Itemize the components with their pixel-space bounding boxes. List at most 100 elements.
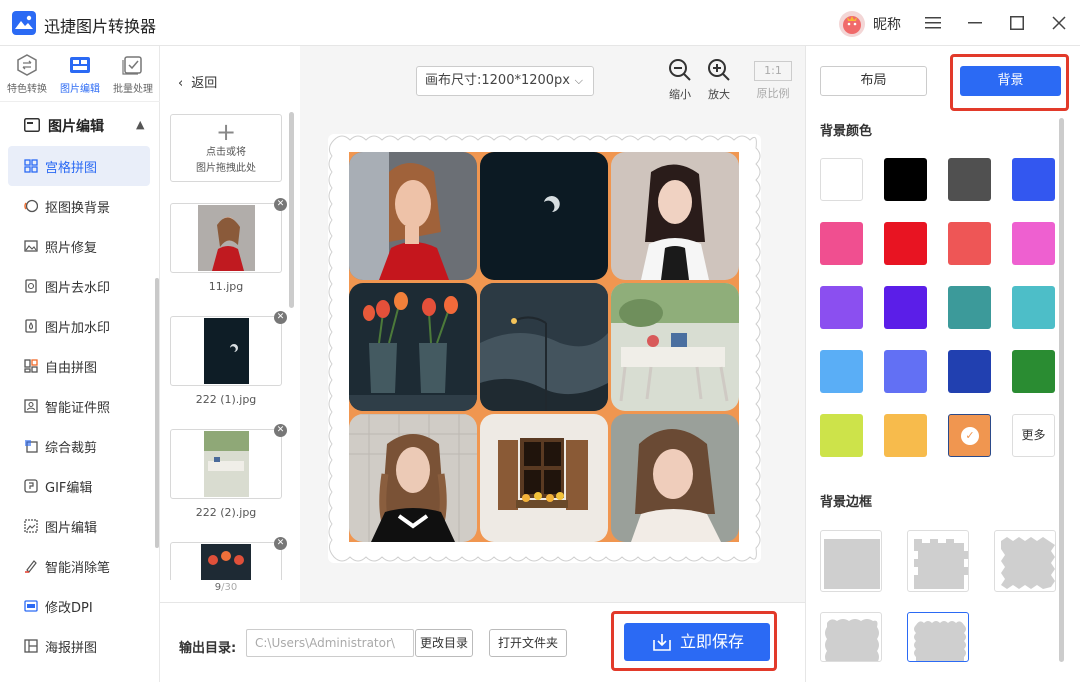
app-logo-icon	[12, 11, 36, 35]
chevron-up-icon[interactable]: ▲	[136, 118, 144, 131]
sidebar-scrollbar[interactable]	[155, 278, 159, 548]
color-swatch[interactable]	[1012, 286, 1055, 329]
color-swatch[interactable]	[948, 158, 991, 201]
sidebar-item-id-photo[interactable]: 智能证件照	[8, 386, 150, 426]
minimize-icon[interactable]	[962, 10, 988, 36]
sidebar-item-modify-dpi[interactable]: 修改DPI	[8, 586, 150, 626]
color-swatch[interactable]	[820, 222, 863, 265]
color-swatch[interactable]	[884, 158, 927, 201]
color-swatch[interactable]	[1012, 222, 1055, 265]
more-colors-button[interactable]: 更多	[1012, 414, 1055, 457]
remove-thumbnail-icon[interactable]: ✕	[274, 424, 287, 437]
color-swatch[interactable]	[884, 350, 927, 393]
color-swatch[interactable]	[948, 222, 991, 265]
sidebar-item-cutout-bg[interactable]: 抠图换背景	[8, 186, 150, 226]
color-swatch[interactable]	[1012, 350, 1055, 393]
remove-watermark-icon	[25, 279, 37, 293]
sidebar-item-crop[interactable]: 综合裁剪	[8, 426, 150, 466]
remove-thumbnail-icon[interactable]: ✕	[274, 311, 287, 324]
sidebar-item-remove-watermark[interactable]: 图片去水印	[8, 266, 150, 306]
open-folder-button[interactable]: 打开文件夹	[489, 629, 567, 657]
dpi-icon	[24, 600, 38, 612]
maximize-icon[interactable]	[1004, 10, 1030, 36]
back-button[interactable]: ‹ 返回	[178, 72, 217, 91]
color-swatch[interactable]	[948, 286, 991, 329]
grid-cell-photo[interactable]	[480, 152, 608, 280]
thumbnail-filename: 222 (1).jpg	[195, 393, 257, 406]
color-swatch[interactable]	[820, 414, 863, 457]
color-swatch[interactable]	[884, 286, 927, 329]
thumbnail-item[interactable]: ✕	[170, 198, 287, 273]
zoom-in-button[interactable]: 放大	[701, 58, 737, 102]
color-swatch[interactable]	[820, 158, 863, 201]
color-swatch-selected[interactable]: ✓	[948, 414, 991, 457]
add-image-dropzone[interactable]: + 点击或将 图片拖拽此处	[170, 114, 282, 182]
id-photo-icon	[24, 399, 38, 413]
border-style-option[interactable]	[994, 530, 1056, 592]
check-icon: ✓	[961, 427, 979, 445]
avatar[interactable]	[839, 11, 865, 37]
sidebar-item-smart-eraser[interactable]: 智能消除笔	[8, 546, 150, 586]
grid-cell-photo[interactable]	[349, 152, 477, 280]
grid-cell-photo[interactable]	[611, 283, 739, 411]
border-style-option-selected[interactable]	[907, 612, 969, 662]
zoom-out-button[interactable]: 缩小	[662, 58, 698, 102]
scallop-border-icon	[914, 621, 966, 661]
color-swatch[interactable]	[820, 350, 863, 393]
thumbnail-filename: 11.jpg	[208, 280, 244, 293]
sidebar-item-add-watermark[interactable]: 图片加水印	[8, 306, 150, 346]
sidebar-item-gif-edit[interactable]: GIF编辑	[8, 466, 150, 506]
remove-thumbnail-icon[interactable]: ✕	[274, 537, 287, 550]
category-title: 图片编辑	[48, 119, 104, 135]
mode-batch[interactable]: 批量处理	[107, 54, 159, 95]
save-now-button[interactable]: 立即保存	[624, 623, 770, 661]
ratio-badge: 1:1	[754, 61, 792, 81]
thumbnail-image	[201, 544, 251, 580]
border-style-option[interactable]	[907, 530, 969, 592]
left-nav: 特色转换 图片编辑 批量处理 图片编辑 ▲ 宫格拼图 抠图换背景 照片修复 图片…	[0, 46, 160, 682]
output-path-field[interactable]: C:\Users\Administrator\	[246, 629, 414, 657]
download-icon	[653, 634, 671, 651]
grid-cell-photo[interactable]	[349, 414, 477, 542]
grid-cell-photo[interactable]	[611, 152, 739, 280]
thumbnail-item[interactable]: ✕	[170, 424, 287, 499]
notched-border-icon	[914, 539, 968, 589]
sidebar-item-grid-collage[interactable]: 宫格拼图	[8, 146, 150, 186]
sidebar-item-photo-repair[interactable]: 照片修复	[8, 226, 150, 266]
thumbnail-scrollbar[interactable]	[289, 112, 294, 308]
mode-feature-convert[interactable]: 特色转换	[1, 54, 53, 95]
remove-thumbnail-icon[interactable]: ✕	[274, 198, 287, 211]
color-swatch[interactable]	[1012, 158, 1055, 201]
rough-border-icon	[825, 619, 879, 661]
thumbnail-image	[204, 318, 249, 384]
color-swatch[interactable]	[884, 222, 927, 265]
color-swatch[interactable]	[948, 350, 991, 393]
thumbnail-item[interactable]: ✕	[170, 537, 287, 580]
nickname[interactable]: 昵称	[873, 14, 901, 34]
right-panel: 布局 背景 背景颜色 ✓ 更多 背景边框	[805, 46, 1080, 682]
tab-layout[interactable]: 布局	[820, 66, 927, 96]
grid-cell-photo[interactable]	[349, 283, 477, 411]
sidebar-item-free-collage[interactable]: 自由拼图	[8, 346, 150, 386]
sidebar-item-poster-collage[interactable]: 海报拼图	[8, 626, 150, 666]
right-panel-scrollbar[interactable]	[1059, 118, 1064, 662]
tab-background[interactable]: 背景	[960, 66, 1061, 96]
canvas-size-select[interactable]: 画布尺寸:1200*1200px ⌵	[416, 66, 594, 96]
bg-color-title: 背景颜色	[820, 124, 873, 139]
thumbnail-item[interactable]: ✕	[170, 311, 287, 386]
grid-cell-photo[interactable]	[480, 414, 608, 542]
collage-canvas[interactable]	[326, 132, 763, 565]
sidebar-item-image-edit[interactable]: 图片编辑	[8, 506, 150, 546]
thumbnail-image	[198, 205, 255, 271]
grid-cell-photo[interactable]	[480, 283, 608, 411]
mode-image-edit[interactable]: 图片编辑	[54, 54, 106, 95]
border-style-option[interactable]	[820, 530, 882, 592]
menu-icon[interactable]	[920, 10, 946, 36]
change-dir-button[interactable]: 更改目录	[415, 629, 473, 657]
close-icon[interactable]	[1046, 10, 1072, 36]
color-swatch[interactable]	[884, 414, 927, 457]
original-ratio-button[interactable]: 1:1 原比例	[751, 58, 795, 101]
border-style-option[interactable]	[820, 612, 882, 662]
color-swatch[interactable]	[820, 286, 863, 329]
grid-cell-photo[interactable]	[611, 414, 739, 542]
